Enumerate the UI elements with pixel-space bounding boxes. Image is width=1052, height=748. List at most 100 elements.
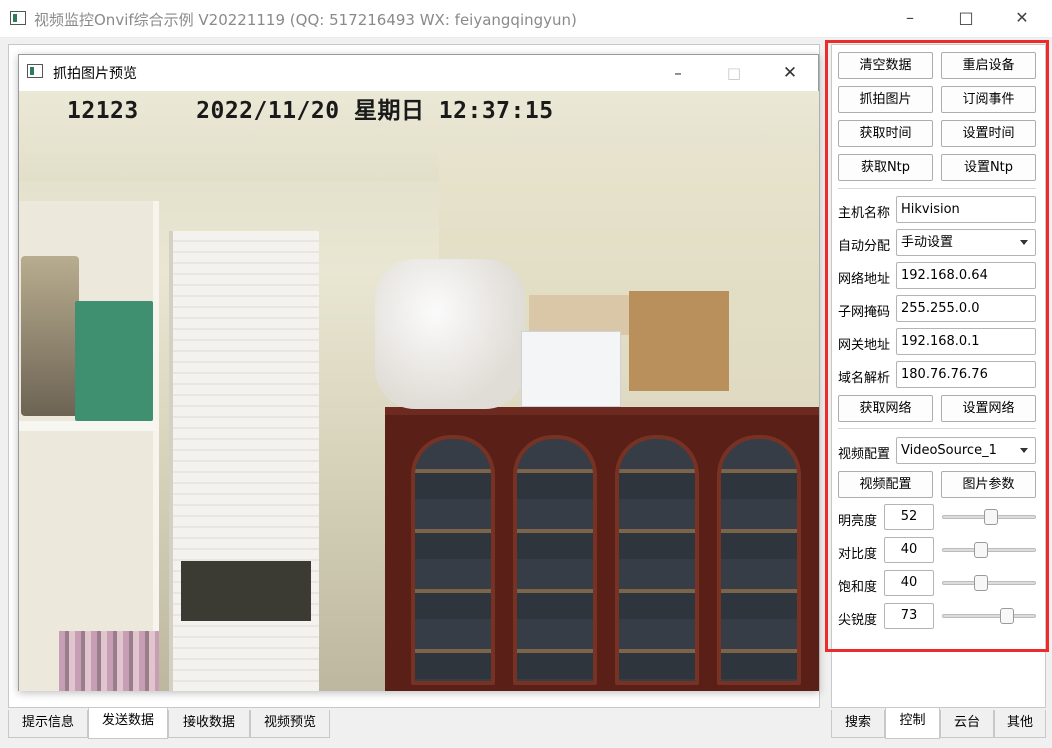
brightness-label: 明亮度 xyxy=(838,514,878,529)
tab-other[interactable]: 其他 xyxy=(994,710,1046,738)
scene-box xyxy=(529,295,629,335)
scene-package xyxy=(375,259,525,409)
tab-label: 搜索 xyxy=(844,715,871,730)
dns-field[interactable]: 180.76.76.76 xyxy=(896,361,1036,388)
tab-receive-data[interactable]: 接收数据 xyxy=(168,710,250,738)
reboot-device-button[interactable]: 重启设备 xyxy=(941,52,1036,79)
tab-control[interactable]: 控制 xyxy=(885,708,940,739)
ip-label: 网络地址 xyxy=(838,272,891,287)
subscribe-event-button[interactable]: 订阅事件 xyxy=(941,86,1036,113)
slider-track xyxy=(942,614,1036,618)
scene-wardrobe-door xyxy=(169,231,319,691)
sharpness-label: 尖锐度 xyxy=(838,613,878,628)
slider-track xyxy=(942,548,1036,552)
dialog-maximize-button[interactable]: □ xyxy=(709,59,759,87)
scene-green-bag xyxy=(75,301,153,421)
chevron-down-icon xyxy=(1020,240,1028,245)
slider-handle[interactable] xyxy=(974,575,988,591)
scene-bookcase-door xyxy=(513,435,597,685)
snapshot-image: 12123 2022/11/20 星期日 12:37:15 xyxy=(19,91,819,691)
title-bar: 视频监控Onvif综合示例 V20221119 (QQ: 517216493 W… xyxy=(0,0,1052,38)
maximize-icon: □ xyxy=(726,64,742,82)
divider xyxy=(838,428,1036,429)
set-network-button[interactable]: 设置网络 xyxy=(941,395,1036,422)
get-ntp-button[interactable]: 获取Ntp xyxy=(838,154,933,181)
chevron-down-icon xyxy=(1020,448,1028,453)
dialog-close-button[interactable]: ✕ xyxy=(765,59,815,87)
sharpness-slider[interactable] xyxy=(942,607,1036,625)
slider-handle[interactable] xyxy=(974,542,988,558)
tab-label: 接收数据 xyxy=(182,715,235,730)
tab-label: 其他 xyxy=(1006,715,1033,730)
minimize-button[interactable]: – xyxy=(882,0,938,36)
tab-search[interactable]: 搜索 xyxy=(831,710,885,738)
set-time-button[interactable]: 设置时间 xyxy=(941,120,1036,147)
dhcp-label: 自动分配 xyxy=(838,239,891,254)
close-icon: ✕ xyxy=(1015,8,1029,27)
maximize-button[interactable]: □ xyxy=(938,0,994,36)
saturation-slider[interactable] xyxy=(942,574,1036,592)
video-config-button[interactable]: 视频配置 xyxy=(838,471,933,498)
minimize-icon: – xyxy=(906,8,914,27)
hostname-field[interactable]: Hikvision xyxy=(896,196,1036,223)
mask-label: 子网掩码 xyxy=(838,305,891,320)
dns-label: 域名解析 xyxy=(838,371,891,386)
ip-field[interactable]: 192.168.0.64 xyxy=(896,262,1036,289)
mask-field[interactable]: 255.255.0.0 xyxy=(896,295,1036,322)
close-icon: ✕ xyxy=(782,63,798,83)
scene-bookcase-door xyxy=(717,435,801,685)
dhcp-select[interactable]: 手动设置 xyxy=(896,229,1036,256)
scene-bookcase-door xyxy=(411,435,495,685)
divider xyxy=(838,188,1036,189)
gateway-field[interactable]: 192.168.0.1 xyxy=(896,328,1036,355)
tab-info[interactable]: 提示信息 xyxy=(8,710,88,738)
tab-ptz[interactable]: 云台 xyxy=(940,710,994,738)
tab-label: 视频预览 xyxy=(263,715,316,730)
gateway-label: 网关地址 xyxy=(838,338,891,353)
dhcp-value: 手动设置 xyxy=(901,235,954,250)
dialog-title: 抓拍图片预览 xyxy=(53,66,137,82)
minimize-icon: – xyxy=(674,64,682,82)
tab-label: 发送数据 xyxy=(101,713,154,728)
snapshot-button[interactable]: 抓拍图片 xyxy=(838,86,933,113)
snapshot-preview-dialog[interactable]: 抓拍图片预览 – □ ✕ 12123 2022/11/20 星期日 12:37:… xyxy=(18,54,819,691)
scene-clothes xyxy=(59,631,159,691)
scene-bookcase-door xyxy=(615,435,699,685)
tab-label: 提示信息 xyxy=(21,715,74,730)
tab-label: 云台 xyxy=(953,715,980,730)
dialog-minimize-button[interactable]: – xyxy=(653,59,703,87)
close-button[interactable]: ✕ xyxy=(994,0,1050,36)
hostname-label: 主机名称 xyxy=(838,206,891,221)
slider-handle[interactable] xyxy=(984,509,998,525)
video-source-value: VideoSource_1 xyxy=(901,443,997,458)
scene-printer-box xyxy=(521,331,621,407)
tab-send-data[interactable]: 发送数据 xyxy=(88,708,168,739)
scene-bag xyxy=(21,256,79,416)
scene-shelf xyxy=(19,421,159,431)
saturation-input[interactable]: 40 xyxy=(884,570,934,596)
contrast-slider[interactable] xyxy=(942,541,1036,559)
clear-data-button[interactable]: 清空数据 xyxy=(838,52,933,79)
contrast-label: 对比度 xyxy=(838,547,878,562)
set-ntp-button[interactable]: 设置Ntp xyxy=(941,154,1036,181)
sharpness-input[interactable]: 73 xyxy=(884,603,934,629)
dialog-app-icon xyxy=(27,64,43,78)
get-network-button[interactable]: 获取网络 xyxy=(838,395,933,422)
tab-label: 控制 xyxy=(899,713,926,728)
slider-track xyxy=(942,581,1036,585)
image-params-button[interactable]: 图片参数 xyxy=(941,471,1036,498)
maximize-icon: □ xyxy=(958,8,974,27)
brightness-slider[interactable] xyxy=(942,508,1036,526)
contrast-input[interactable]: 40 xyxy=(884,537,934,563)
osd-timestamp: 12123 2022/11/20 星期日 12:37:15 xyxy=(67,98,554,124)
brightness-input[interactable]: 52 xyxy=(884,504,934,530)
slider-handle[interactable] xyxy=(1000,608,1014,624)
get-time-button[interactable]: 获取时间 xyxy=(838,120,933,147)
app-icon xyxy=(10,11,26,25)
saturation-label: 饱和度 xyxy=(838,580,878,595)
scene-cardboard-box xyxy=(629,291,729,391)
scene-wardrobe-band xyxy=(181,561,311,621)
tab-video-preview[interactable]: 视频预览 xyxy=(250,710,330,738)
video-config-label: 视频配置 xyxy=(838,447,891,462)
video-source-select[interactable]: VideoSource_1 xyxy=(896,437,1036,464)
